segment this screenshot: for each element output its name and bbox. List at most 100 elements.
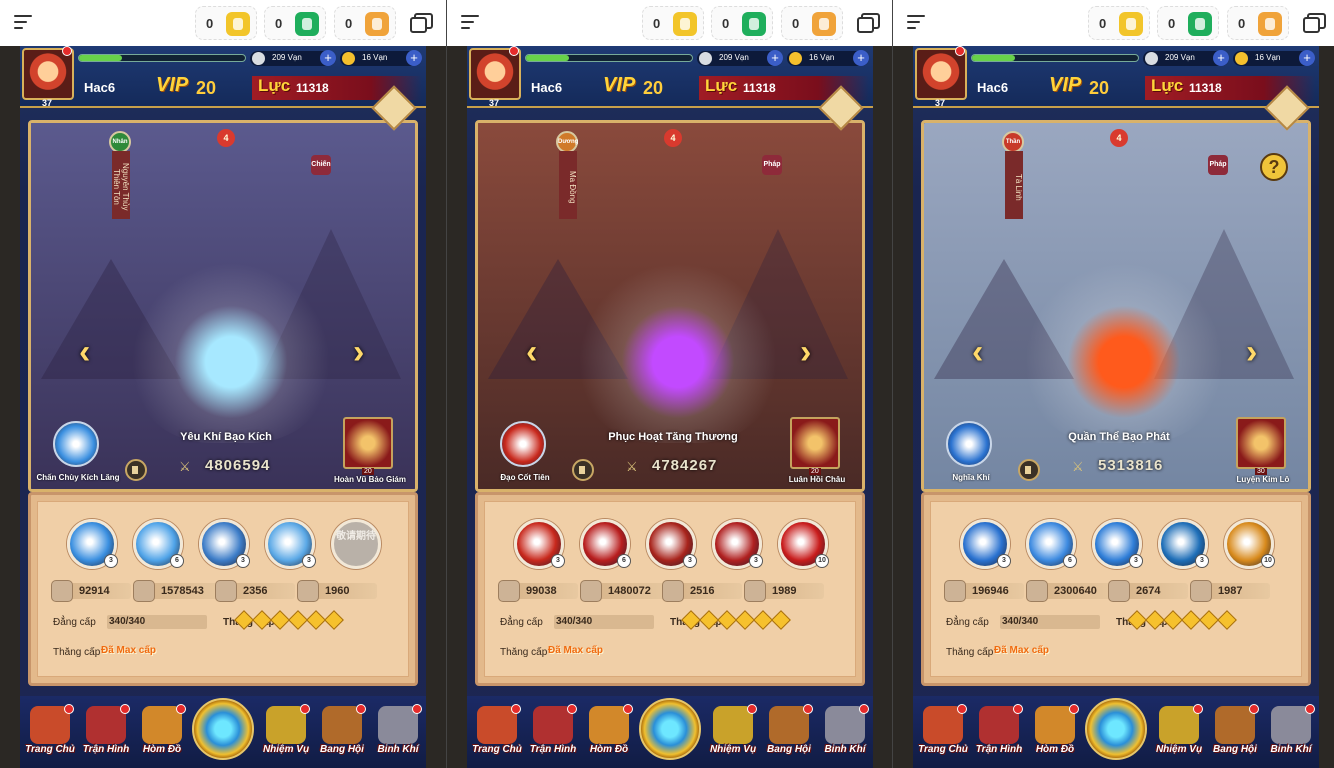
- skill-slot[interactable]: 3: [1158, 519, 1209, 569]
- treasure-level: 20: [362, 468, 374, 475]
- treasure-skill-left[interactable]: [500, 421, 546, 467]
- game-view: 37 209 Vạn + 16 Vạn + Hac6 VIP 20 Lực 1131…: [20, 46, 426, 768]
- voice-speaker-icon[interactable]: [1018, 459, 1040, 481]
- nav-item[interactable]: Binh Khí: [370, 704, 426, 764]
- hamburger-menu-icon[interactable]: [461, 15, 481, 31]
- skill-slot[interactable]: 3: [199, 519, 250, 569]
- skill-slot[interactable]: 10: [1224, 519, 1275, 569]
- add-silver-button[interactable]: +: [320, 50, 336, 66]
- add-silver-button[interactable]: +: [767, 50, 783, 66]
- nav-item[interactable]: Binh Khí: [817, 704, 873, 764]
- top-bar: 0 0 0: [893, 0, 1334, 46]
- skill-slot[interactable]: 6: [580, 519, 631, 569]
- voice-speaker-icon[interactable]: [572, 459, 594, 481]
- nav-item[interactable]: Bang Hội: [1207, 704, 1263, 764]
- skill-slot[interactable]: 敬请期待: [331, 519, 381, 569]
- skill-slot[interactable]: 3: [265, 519, 316, 569]
- hero-character[interactable]: [1024, 263, 1224, 443]
- voice-speaker-icon[interactable]: [125, 459, 147, 481]
- portal-orb-button[interactable]: [192, 698, 254, 760]
- hero-character[interactable]: [131, 263, 331, 443]
- previous-hero-arrow-icon[interactable]: ‹: [526, 335, 548, 371]
- skill-slot[interactable]: 6: [133, 519, 184, 569]
- add-silver-button[interactable]: +: [1213, 50, 1229, 66]
- currency-token-button[interactable]: 0: [781, 6, 843, 40]
- currency-gem-button[interactable]: 0: [264, 6, 326, 40]
- nav-item[interactable]: Binh Khí: [1263, 704, 1319, 764]
- add-gold-button[interactable]: +: [853, 50, 869, 66]
- vip-label[interactable]: VIP: [1049, 74, 1081, 97]
- faction-badge: Thần: [1002, 131, 1024, 153]
- skill-slot[interactable]: 3: [712, 519, 763, 569]
- currency-token-button[interactable]: 0: [1227, 6, 1289, 40]
- previous-hero-arrow-icon[interactable]: ‹: [79, 335, 101, 371]
- currency-gem-button[interactable]: 0: [711, 6, 773, 40]
- skill-slot[interactable]: 10: [778, 519, 829, 569]
- nav-item[interactable]: Trận Hình: [78, 704, 134, 764]
- vip-label[interactable]: VIP: [603, 74, 635, 97]
- nav-item[interactable]: Nhiệm Vụ: [705, 704, 761, 764]
- hp-stat-icon: [215, 580, 237, 602]
- green-gem-icon: [1188, 12, 1212, 36]
- previous-hero-arrow-icon[interactable]: ‹: [972, 335, 994, 371]
- nav-item[interactable]: Bang Hội: [314, 704, 370, 764]
- treasure-skill-left[interactable]: [53, 421, 99, 467]
- notification-dot-icon: [412, 704, 422, 714]
- nav-item[interactable]: Trận Hình: [971, 704, 1027, 764]
- stat-item: 92914: [51, 580, 131, 602]
- portal-orb-button[interactable]: [1085, 698, 1147, 760]
- level-value: 340/340: [556, 616, 593, 627]
- orange-token-icon: [365, 12, 389, 36]
- skill-slot[interactable]: 3: [67, 519, 118, 569]
- skill-slot[interactable]: 6: [1026, 519, 1077, 569]
- nav-item[interactable]: Trang Chủ: [469, 704, 525, 764]
- treasure-skill-right[interactable]: 20: [790, 417, 840, 475]
- add-gold-button[interactable]: +: [406, 50, 422, 66]
- gold-balance: 16 Vạn +: [1233, 50, 1315, 66]
- nav-label: Trận Hình: [975, 744, 1023, 755]
- hamburger-menu-icon[interactable]: [14, 15, 34, 31]
- currency-token-button[interactable]: 0: [334, 6, 396, 40]
- currency-gold-button[interactable]: 0: [195, 6, 257, 40]
- nav-item[interactable]: Trang Chủ: [915, 704, 971, 764]
- skill-slot[interactable]: 3: [960, 519, 1011, 569]
- nav-item[interactable]: Trang Chủ: [22, 704, 78, 764]
- nav-item[interactable]: Bang Hội: [761, 704, 817, 764]
- next-hero-arrow-icon[interactable]: ›: [353, 335, 375, 371]
- nav-item[interactable]: Hòm Đồ: [581, 704, 637, 764]
- nav-item[interactable]: Hòm Đồ: [1027, 704, 1083, 764]
- star-icon: [681, 610, 701, 630]
- hero-showcase: Thần Tà Linh 4 Pháp ? ‹ › Nghĩa Khí Quần…: [921, 120, 1311, 492]
- nav-item[interactable]: Nhiệm Vụ: [1151, 704, 1207, 764]
- hero-character[interactable]: [578, 263, 778, 443]
- currency-gem-button[interactable]: 0: [1157, 6, 1219, 40]
- treasure-skill-left[interactable]: [946, 421, 992, 467]
- notification-dot-icon: [1013, 704, 1023, 714]
- notification-dot-icon: [623, 704, 633, 714]
- skill-slot[interactable]: 3: [514, 519, 565, 569]
- treasure-skill-right[interactable]: 20: [343, 417, 393, 475]
- gold-amount: 16 Vạn: [362, 53, 388, 62]
- hamburger-menu-icon[interactable]: [907, 15, 927, 31]
- currency-gold-button[interactable]: 0: [1088, 6, 1150, 40]
- skill-level-badge: 3: [1195, 554, 1209, 568]
- next-hero-arrow-icon[interactable]: ›: [1246, 335, 1268, 371]
- skill-slot[interactable]: 3: [646, 519, 697, 569]
- treasure-skill-right[interactable]: 30: [1236, 417, 1286, 475]
- nav-item[interactable]: Trận Hình: [525, 704, 581, 764]
- vip-label[interactable]: VIP: [156, 74, 188, 97]
- nav-label: Binh Khí: [1270, 744, 1312, 755]
- help-icon[interactable]: ?: [1260, 153, 1288, 181]
- currency-gold-button[interactable]: 0: [642, 6, 704, 40]
- nav-item[interactable]: Hòm Đồ: [134, 704, 190, 764]
- chat-icon[interactable]: [410, 13, 433, 33]
- stat-item: 99038: [498, 580, 578, 602]
- nav-item[interactable]: Nhiệm Vụ: [258, 704, 314, 764]
- skill-slot[interactable]: 3: [1092, 519, 1143, 569]
- portal-orb-button[interactable]: [639, 698, 701, 760]
- next-hero-arrow-icon[interactable]: ›: [800, 335, 822, 371]
- upgrade-label: Thăng cấp: [946, 647, 994, 658]
- chat-icon[interactable]: [1303, 13, 1326, 33]
- chat-icon[interactable]: [857, 13, 880, 33]
- add-gold-button[interactable]: +: [1299, 50, 1315, 66]
